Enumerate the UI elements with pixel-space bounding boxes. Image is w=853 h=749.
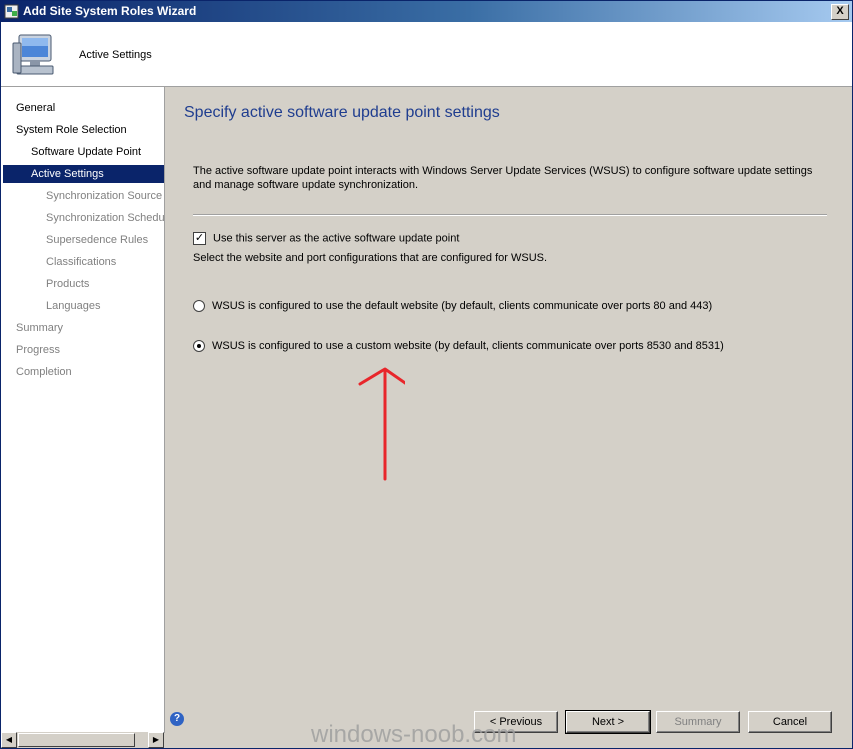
custom-website-radio[interactable] <box>193 340 205 353</box>
nav-item-synchronization-source[interactable]: Synchronization Source <box>46 187 162 205</box>
page-title: Specify active software update point set… <box>184 104 500 121</box>
active-point-checkbox-row[interactable]: ✓ Use this server as the active software … <box>193 232 459 245</box>
nav-item-summary[interactable]: Summary <box>16 319 63 337</box>
nav-item-progress[interactable]: Progress <box>16 341 60 359</box>
red-arrow-annotation <box>358 367 405 481</box>
custom-website-label: WSUS is configured to use a custom websi… <box>212 340 724 352</box>
nav-item-software-update-point[interactable]: Software Update Point <box>31 143 141 161</box>
nav-item-synchronization-schedule[interactable]: Synchronization Schedule <box>46 209 164 227</box>
nav-item-completion[interactable]: Completion <box>16 363 72 381</box>
scroll-right-icon[interactable]: ▶ <box>148 732 164 748</box>
active-point-checkbox[interactable]: ✓ <box>193 232 206 245</box>
separator <box>193 214 827 216</box>
nav-item-languages[interactable]: Languages <box>46 297 100 315</box>
default-website-label: WSUS is configured to use the default we… <box>212 300 713 312</box>
next-button[interactable]: Next > <box>565 710 651 734</box>
custom-website-option[interactable]: WSUS is configured to use a custom websi… <box>193 340 724 353</box>
nav-item-general[interactable]: General <box>16 99 55 117</box>
computer-icon <box>12 34 54 75</box>
default-website-radio[interactable] <box>193 300 205 313</box>
nav-item-products[interactable]: Products <box>46 275 89 293</box>
content-panel: Specify active software update point set… <box>165 87 852 697</box>
close-icon: X <box>836 5 844 17</box>
summary-button[interactable]: Summary <box>656 711 740 733</box>
wizard-window: Add Site System Roles Wizard X Active Se… <box>0 0 853 749</box>
nav-item-supersedence-rules[interactable]: Supersedence Rules <box>46 231 148 249</box>
header-title: Active Settings <box>79 49 152 61</box>
nav-item-system-role-selection[interactable]: System Role Selection <box>16 121 127 139</box>
nav-item-active-settings[interactable]: Active Settings <box>3 165 164 183</box>
default-website-option[interactable]: WSUS is configured to use the default we… <box>193 300 713 313</box>
select-website-text: Select the website and port configuratio… <box>193 252 548 264</box>
wizard-navigation: General System Role Selection Software Upd… <box>1 87 165 733</box>
scroll-thumb[interactable] <box>18 733 135 747</box>
cancel-button[interactable]: Cancel <box>748 711 832 733</box>
window-title: Add Site System Roles Wizard <box>23 4 197 18</box>
wizard-icon <box>4 4 19 19</box>
description-text: The active software update point interac… <box>193 165 813 191</box>
watermark: windows-noob.com <box>311 721 517 748</box>
active-point-checkbox-label: Use this server as the active software u… <box>213 232 460 245</box>
help-icon[interactable]: ? <box>170 712 184 726</box>
wizard-header: Active Settings <box>1 22 852 87</box>
close-button[interactable]: X <box>831 4 849 20</box>
title-bar: Add Site System Roles Wizard X <box>1 1 852 22</box>
nav-item-classifications[interactable]: Classifications <box>46 253 116 271</box>
scroll-left-icon[interactable]: ◀ <box>1 732 17 748</box>
nav-horizontal-scrollbar[interactable]: ◀ ▶ <box>1 732 164 748</box>
